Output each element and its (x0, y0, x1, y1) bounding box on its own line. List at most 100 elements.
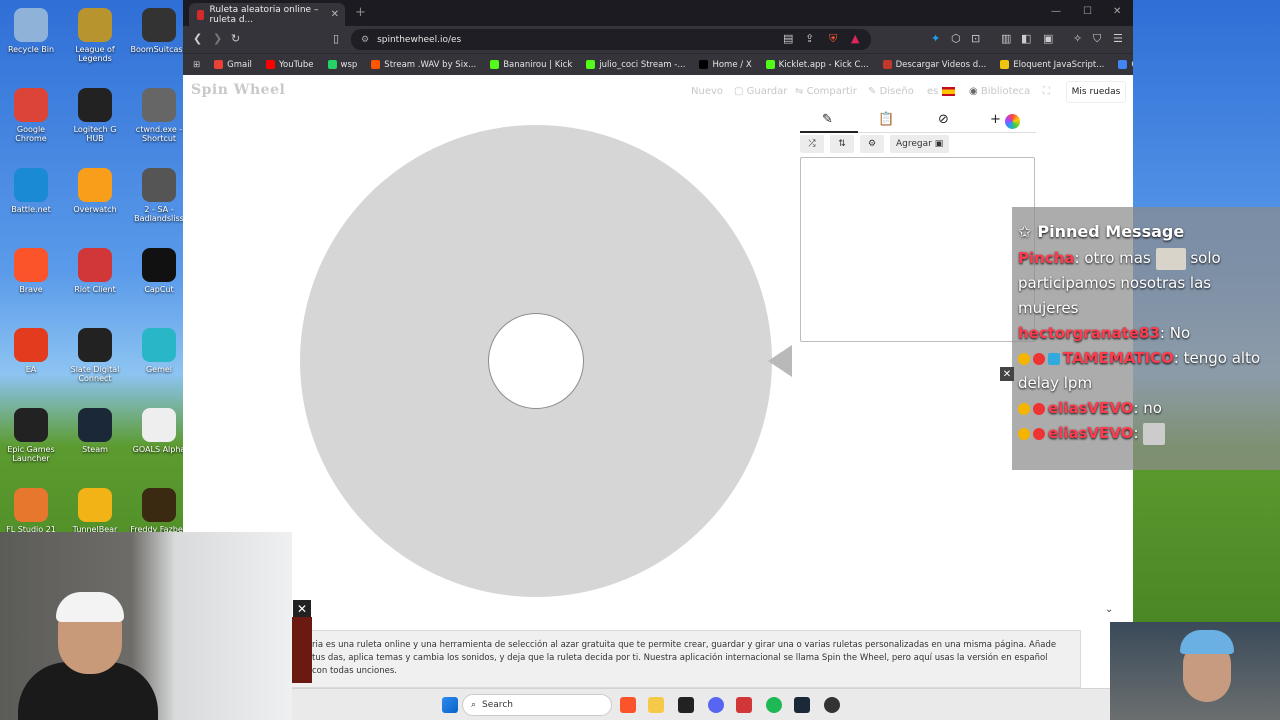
mis-ruedas-button[interactable]: Mis ruedas (1066, 81, 1126, 103)
taskbar-search[interactable]: ⌕ Search (462, 694, 612, 716)
back-icon[interactable]: ❮ (193, 32, 202, 45)
extensions-icon[interactable]: ⬡ (951, 32, 961, 45)
riot-client-icon[interactable] (736, 697, 752, 713)
guardar-button[interactable]: ▢ Guardar (734, 86, 787, 97)
leo-icon[interactable]: ✧ (1073, 32, 1082, 45)
scroll-down-chevron-icon[interactable]: ⌄ (1105, 604, 1113, 615)
site-logo[interactable]: Spin Wheel (191, 82, 285, 98)
bookmark-item[interactable]: Home / X (699, 59, 752, 70)
sort-button[interactable]: ⇅ (830, 135, 854, 153)
desktop-icon[interactable]: CapCut (128, 248, 190, 294)
hide-eye-icon[interactable]: ⊘ (938, 112, 949, 127)
vpn-icon[interactable]: ⛉ (1093, 32, 1101, 46)
desktop-icon[interactable]: Steam (64, 408, 126, 454)
brave-rewards-icon[interactable]: ▲ (851, 32, 859, 45)
discord-icon[interactable] (708, 697, 724, 713)
color-wheel-icon[interactable] (1005, 114, 1020, 129)
share-icon[interactable]: ⇪ (805, 32, 814, 45)
bookmark-favicon-icon (765, 60, 775, 69)
bookmark-icon[interactable]: ▯ (333, 32, 339, 45)
forward-icon[interactable]: ❯ (213, 32, 222, 45)
reader-icon[interactable]: ▤ (783, 32, 793, 45)
webcam-close-button[interactable]: ✕ (293, 600, 311, 617)
desktop-icon[interactable]: 2 - SA - Badlandsliss (128, 168, 190, 223)
desktop-icon[interactable]: Recycle Bin (0, 8, 62, 54)
site-info-icon[interactable]: ⚙ (361, 35, 369, 45)
bookmark-item[interactable]: wsp (327, 60, 357, 70)
desktop-icon[interactable]: Epic Games Launcher (0, 408, 62, 463)
apps-grid-icon[interactable]: ⊞ (193, 60, 200, 70)
results-clipboard-icon[interactable]: 📋 (878, 112, 894, 127)
extension-icon[interactable]: ✦ (931, 32, 940, 45)
start-button-icon[interactable] (442, 697, 458, 713)
desktop-icon[interactable]: BoomSuitcase (128, 8, 190, 54)
library-icon[interactable]: ▥ (1001, 32, 1011, 45)
bookmark-item[interactable]: Kicklet.app - Kick C... (765, 60, 869, 70)
desktop-icon[interactable]: Google Chrome (0, 88, 62, 143)
chat-text: : No (1159, 324, 1191, 342)
file-explorer-icon[interactable] (648, 697, 664, 713)
bookmarks-bar: ⊞ Gmail YouTube wsp Stream .WAV by Six... Ba… (183, 53, 1133, 75)
bookmark-item[interactable]: YouTube (265, 60, 314, 70)
bookmark-item[interactable]: julio_coci Stream -... (586, 60, 685, 70)
bookmark-item[interactable]: Descargar Videos d... (882, 60, 986, 70)
shuffle-button[interactable]: ⤮ (800, 135, 824, 153)
biblioteca-button[interactable]: ◉ Biblioteca (969, 86, 1030, 97)
bookmark-item[interactable]: Eloquent JavaScript... (1000, 60, 1104, 70)
tab-active[interactable]: Ruleta aleatoria online – ruleta d... ✕ (189, 3, 345, 26)
entries-textarea[interactable] (800, 157, 1035, 342)
active-tab-underline (800, 131, 858, 133)
language-selector[interactable]: es (927, 86, 955, 97)
menu-icon[interactable]: ☰ (1113, 32, 1123, 45)
bookmark-item[interactable]: Bananirou | Kick (490, 60, 572, 70)
desktop-icon[interactable]: Slate Digital Connect (64, 328, 126, 383)
desktop-icon[interactable]: Overwatch (64, 168, 126, 214)
brave-shields-icon[interactable]: ⛨ (829, 32, 837, 46)
desktop-icon[interactable]: Brave (0, 248, 62, 294)
search-placeholder: Search (482, 700, 513, 710)
brave-taskbar-icon[interactable] (620, 697, 636, 713)
add-wheel-button[interactable]: + (990, 112, 1001, 127)
screenshot-icon[interactable]: ⊡ (971, 32, 980, 45)
settings-gear-button[interactable]: ⚙ (860, 135, 884, 153)
desktop-icon[interactable]: GOALS Alpha (128, 408, 190, 454)
steam-taskbar-icon[interactable] (794, 697, 810, 713)
fullscreen-icon[interactable]: ⛶ (1043, 86, 1050, 97)
maximize-icon[interactable]: ☐ (1083, 6, 1092, 17)
sidebar-icon[interactable]: ◧ (1021, 32, 1031, 45)
desktop-icon[interactable]: EA (0, 328, 62, 374)
nuevo-button[interactable]: Nuevo (691, 86, 723, 97)
desktop-icon[interactable]: Gemel (128, 328, 190, 374)
desktop-icon[interactable]: Freddy Fazbea (128, 488, 190, 534)
agregar-image-button[interactable]: Agregar ▣ (890, 135, 950, 153)
desktop-icon[interactable]: TunnelBear (64, 488, 126, 534)
desktop-icon[interactable]: Logitech G HUB (64, 88, 126, 143)
desktop-icon[interactable]: League of Legends (64, 8, 126, 63)
terminal-icon[interactable] (678, 697, 694, 713)
wheel-center-hub[interactable] (488, 313, 584, 409)
compartir-button[interactable]: ⇋ Compartir (795, 86, 857, 97)
compartir-label: Compartir (806, 86, 857, 97)
chat-username: eliasVEVO (1048, 424, 1134, 442)
bookmark-item[interactable]: Google Gemini (1118, 60, 1133, 70)
new-tab-button[interactable]: + (355, 5, 366, 20)
app-icon (142, 168, 176, 202)
wallet-icon[interactable]: ▣ (1043, 32, 1053, 45)
bookmark-item[interactable]: Stream .WAV by Six... (371, 60, 476, 70)
reload-icon[interactable]: ↻ (231, 32, 240, 45)
close-window-icon[interactable]: ✕ (1113, 6, 1121, 17)
desktop-icon[interactable]: Riot Client (64, 248, 126, 294)
diseno-button[interactable]: ✎ Diseño (868, 86, 914, 97)
desktop-icon[interactable]: FL Studio 21 (0, 488, 62, 534)
desktop-icon[interactable]: ctwnd.exe - Shortcut (128, 88, 190, 143)
desktop-icon[interactable]: Battle.net (0, 168, 62, 214)
chat-close-button[interactable]: ✕ (1000, 367, 1014, 381)
bookmark-item[interactable]: Gmail (214, 60, 252, 70)
site-favicon-icon (197, 9, 205, 20)
tab-close-icon[interactable]: ✕ (331, 9, 339, 20)
obs-icon[interactable] (824, 697, 840, 713)
spotify-icon[interactable] (766, 697, 782, 713)
minimize-icon[interactable]: — (1051, 6, 1061, 17)
edit-pencil-icon[interactable]: ✎ (822, 112, 833, 127)
bookmark-label: Home / X (712, 59, 752, 70)
